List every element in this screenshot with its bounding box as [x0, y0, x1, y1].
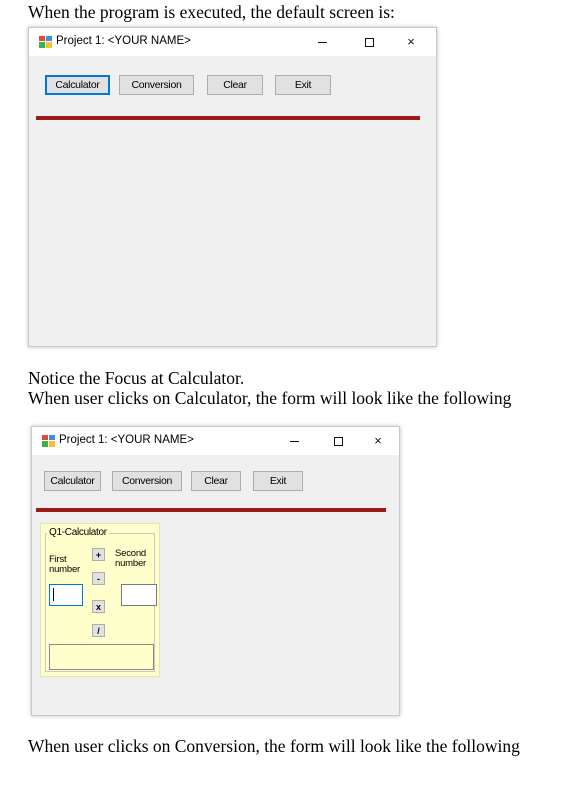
calculator-button[interactable]: Calculator	[45, 75, 110, 95]
second-number-input[interactable]	[121, 584, 157, 606]
maximize-icon[interactable]	[359, 32, 379, 52]
second-number-label: Second number	[115, 548, 147, 569]
title-bar: Project 1: <YOUR NAME> ×	[29, 28, 436, 56]
separator-bar	[36, 116, 420, 120]
first-number-input[interactable]	[49, 584, 83, 606]
calculator-button[interactable]: Calculator	[44, 471, 101, 491]
maximize-icon[interactable]	[328, 431, 348, 451]
window-title: Project 1: <YOUR NAME>	[56, 35, 191, 47]
exit-button[interactable]: Exit	[253, 471, 303, 491]
separator-bar	[36, 508, 386, 512]
exit-button[interactable]: Exit	[275, 75, 331, 95]
intro-paragraph: When the program is executed, the defaul…	[28, 2, 395, 22]
first-number-label: First number	[49, 554, 81, 575]
minimize-icon[interactable]	[313, 32, 333, 52]
window-title: Project 1: <YOUR NAME>	[59, 434, 194, 446]
subtract-button[interactable]: -	[92, 572, 105, 585]
focus-note: Notice the Focus at Calculator.	[28, 368, 245, 388]
result-box[interactable]	[49, 644, 154, 670]
title-bar: Project 1: <YOUR NAME> ×	[32, 427, 399, 455]
default-form-window: Project 1: <YOUR NAME> × Calculator Conv…	[28, 27, 437, 347]
text-caret	[53, 588, 54, 601]
conversion-button[interactable]: Conversion	[112, 471, 182, 491]
add-button[interactable]: +	[92, 548, 105, 561]
multiply-button[interactable]: x	[92, 600, 105, 613]
close-icon[interactable]: ×	[401, 32, 421, 52]
calculator-group: Q1-Calculator First number Second number…	[40, 523, 160, 677]
minimize-icon[interactable]	[285, 431, 305, 451]
clear-button[interactable]: Clear	[207, 75, 263, 95]
conversion-note: When user clicks on Conversion, the form…	[28, 736, 520, 756]
calculator-form-window: Project 1: <YOUR NAME> × Calculator Conv…	[31, 426, 400, 716]
conversion-button[interactable]: Conversion	[119, 75, 194, 95]
app-icon	[42, 435, 55, 447]
close-icon[interactable]: ×	[368, 431, 388, 451]
clear-button[interactable]: Clear	[191, 471, 241, 491]
calculator-note: When user clicks on Calculator, the form…	[28, 388, 512, 408]
divide-button[interactable]: /	[92, 624, 105, 637]
group-title: Q1-Calculator	[47, 527, 109, 538]
app-icon	[39, 36, 52, 48]
